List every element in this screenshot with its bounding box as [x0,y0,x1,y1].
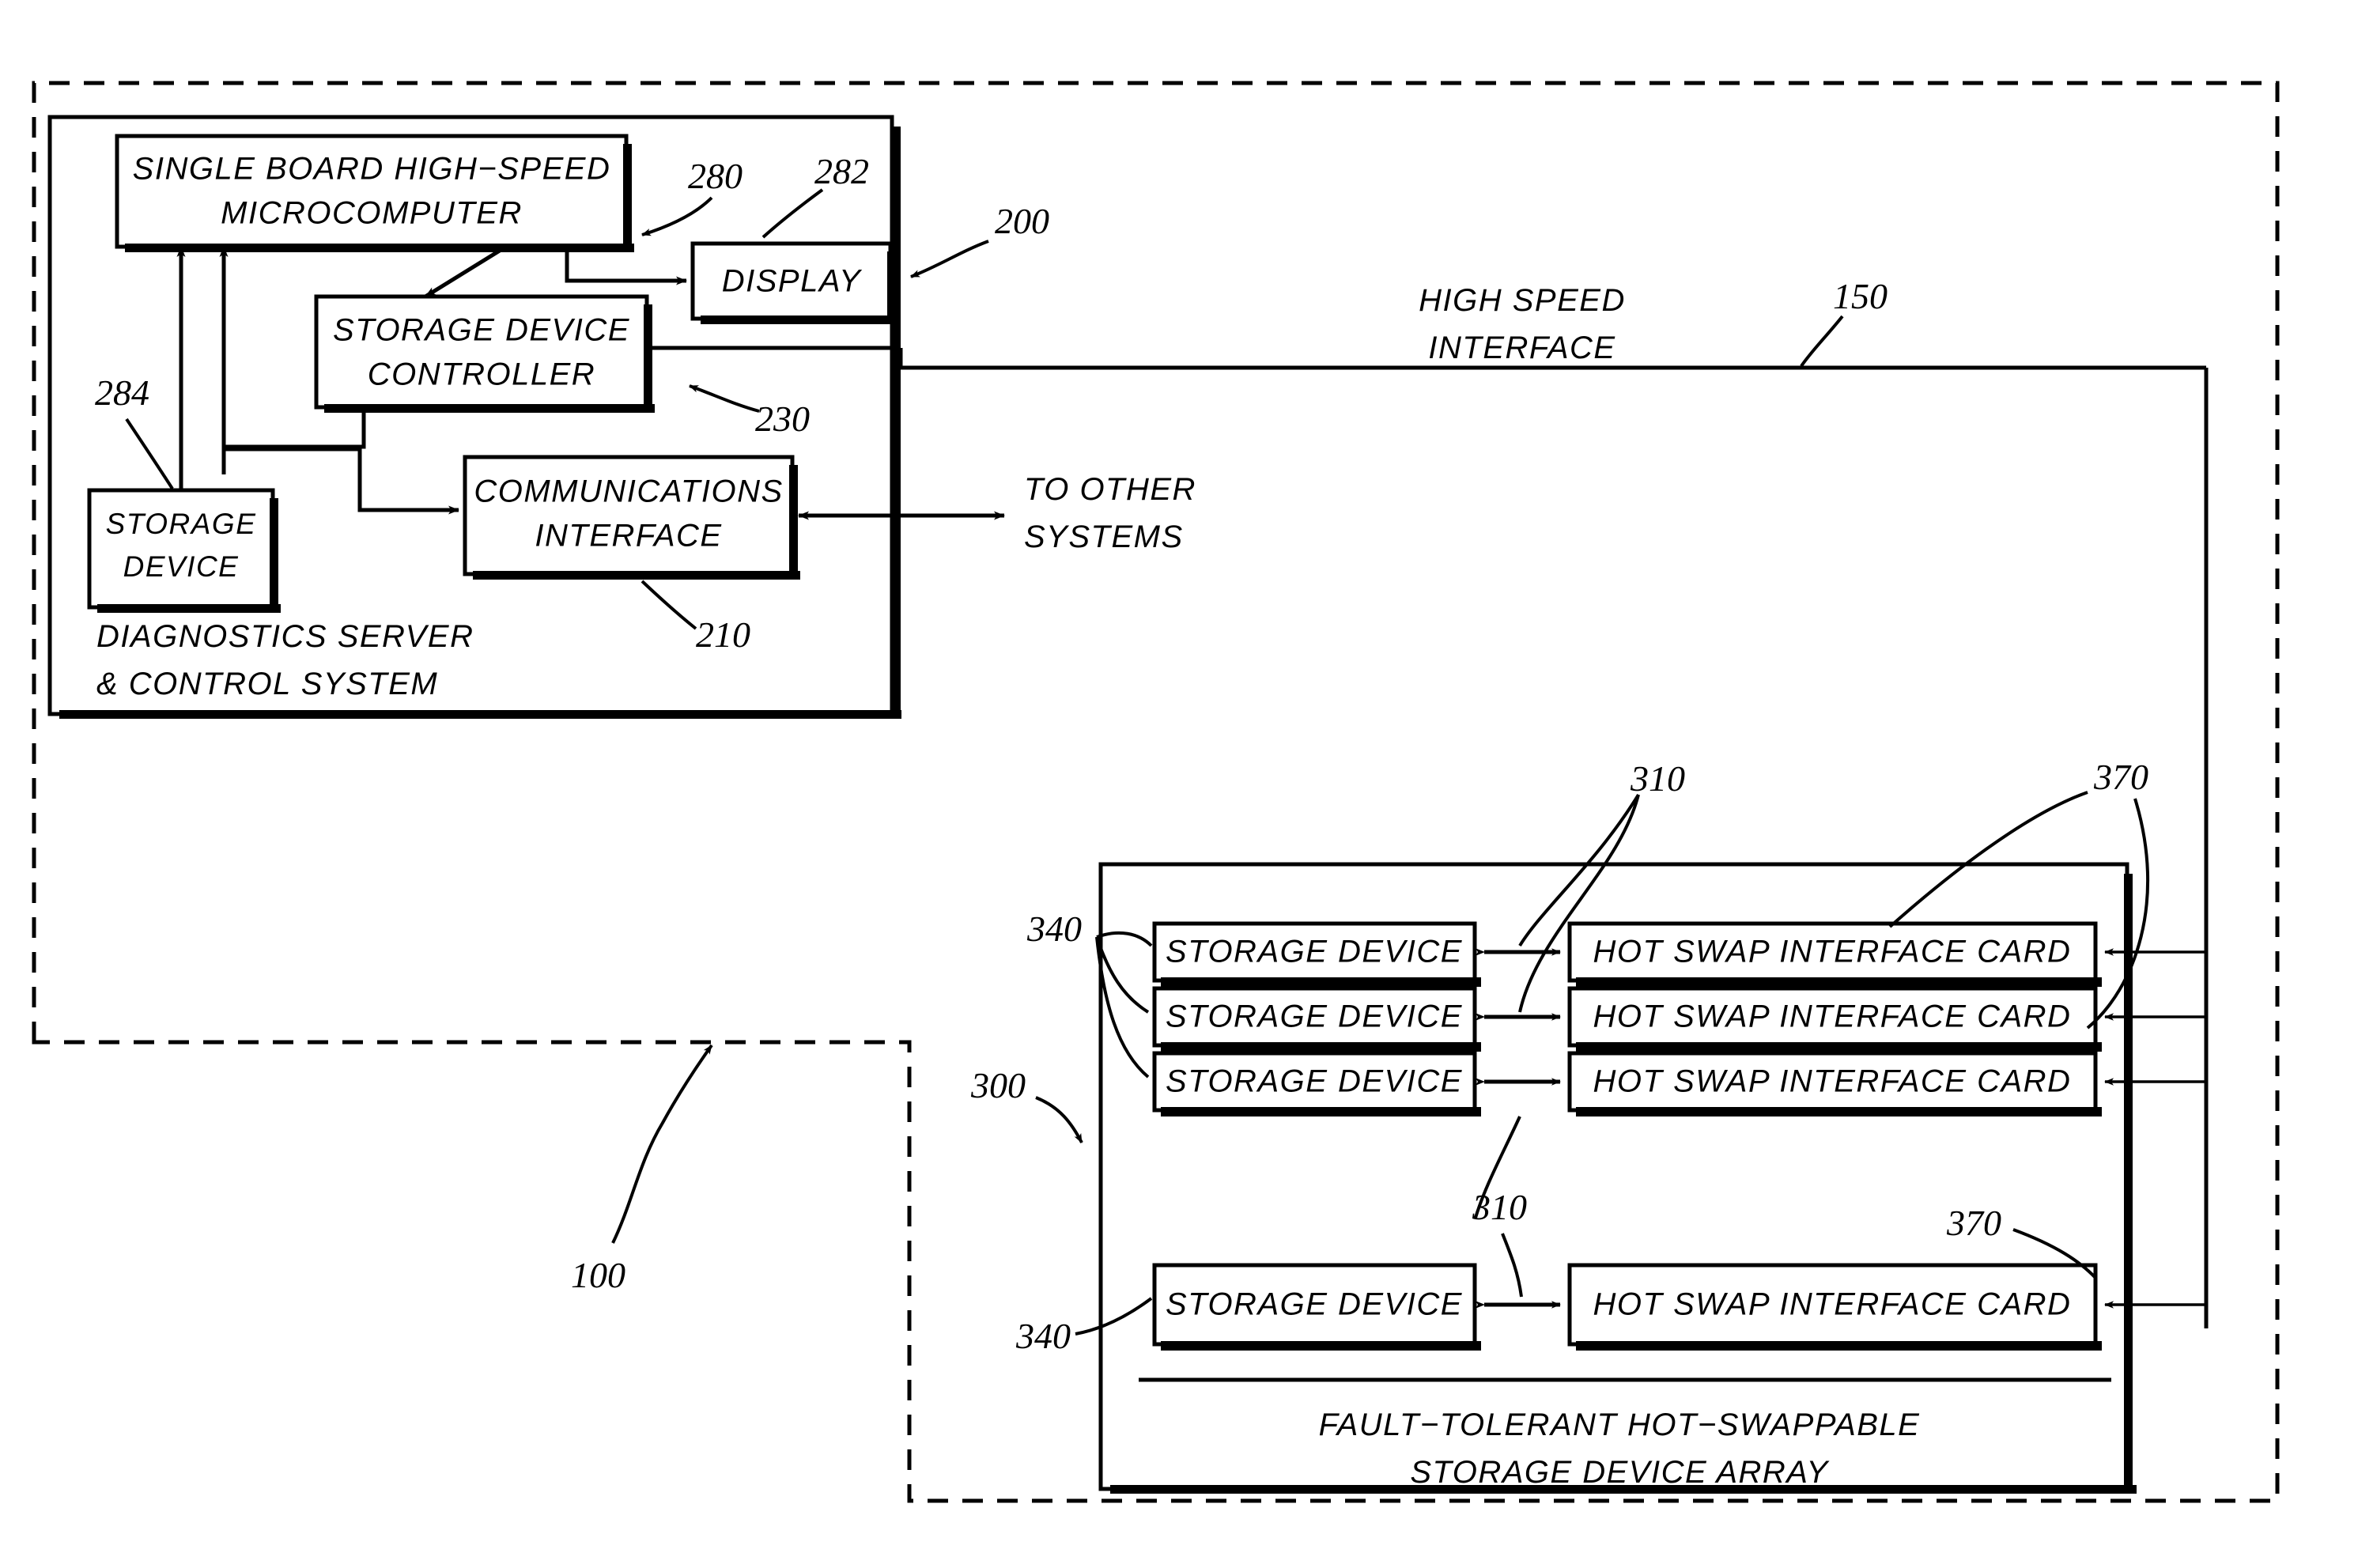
block-display: DISPLAY [690,241,898,324]
microcomputer-label-line1: SINGLE BOARD HIGH−SPEED [133,152,611,187]
sdc-label-line2: CONTROLLER [368,357,595,392]
server-storage-label-line1: STORAGE [106,508,257,540]
ref-310-top: 310 [1630,758,1685,799]
block-storage-device-controller: STORAGE DEVICE CONTROLLER [314,294,655,413]
ref-370-top: 370 [2093,757,2148,797]
server-storage-label-line2: DEVICE [123,550,240,583]
patent-figure-canvas: SINGLE BOARD HIGH−SPEED MICROCOMPUTER DI… [0,0,2358,1568]
array-hot-swap-card-label: HOT SWAP INTERFACE CARD [1593,935,2072,969]
server-caption-line1: DIAGNOSTICS SERVER [96,619,474,654]
array-storage-device-label: STORAGE DEVICE [1166,999,1463,1034]
block-server-storage-device: STORAGE DEVICE [87,488,281,613]
sdc-label-line1: STORAGE DEVICE [333,313,630,348]
server-caption-line2: & CONTROL SYSTEM [96,667,438,701]
ref-230: 230 [755,399,810,439]
comm-label-line2: INTERFACE [535,519,722,554]
array-hot-swap-card-label: HOT SWAP INTERFACE CARD [1593,1287,2072,1322]
ref-370-bottom: 370 [1946,1203,2001,1243]
array-row: STORAGE DEVICE HOT SWAP INTERFACE CARD [1152,921,2206,987]
ref-200: 200 [995,201,1049,241]
ref-300: 300 [970,1065,1026,1105]
ref-100: 100 [571,1255,625,1295]
ref-340-top: 340 [1026,909,1082,949]
microcomputer-label-line2: MICROCOMPUTER [221,196,523,231]
array-caption-line2: STORAGE DEVICE ARRAY [1410,1455,1830,1490]
array-hot-swap-card-label: HOT SWAP INTERFACE CARD [1593,999,2072,1034]
ref-284: 284 [95,372,149,413]
ref-280: 280 [688,156,743,196]
array-storage-device-label: STORAGE DEVICE [1166,935,1463,969]
to-other-systems-line1: TO OTHER [1024,472,1196,507]
array-caption-line1: FAULT−TOLERANT HOT−SWAPPABLE [1319,1407,1921,1442]
comm-label-line1: COMMUNICATIONS [474,474,783,509]
array-storage-device-label: STORAGE DEVICE [1166,1064,1463,1099]
display-label: DISPLAY [722,264,863,299]
block-microcomputer: SINGLE BOARD HIGH−SPEED MICROCOMPUTER [115,134,634,252]
block-communications-interface: COMMUNICATIONS INTERFACE [463,455,800,580]
ref-282: 282 [814,151,869,191]
array-row: STORAGE DEVICE HOT SWAP INTERFACE CARD [1152,1051,2206,1116]
array-row: STORAGE DEVICE HOT SWAP INTERFACE CARD [1152,986,2206,1052]
array-storage-device-label: STORAGE DEVICE [1166,1287,1463,1322]
ref-340-bottom: 340 [1015,1316,1071,1356]
bus-label-line2: INTERFACE [1428,331,1615,365]
ref-210: 210 [696,614,750,655]
ref-150: 150 [1833,276,1888,316]
array-hot-swap-card-label: HOT SWAP INTERFACE CARD [1593,1064,2072,1099]
bus-label-line1: HIGH SPEED [1419,283,1626,318]
array-row: STORAGE DEVICE HOT SWAP INTERFACE CARD [1152,1263,2206,1351]
to-other-systems-line2: SYSTEMS [1024,520,1184,554]
